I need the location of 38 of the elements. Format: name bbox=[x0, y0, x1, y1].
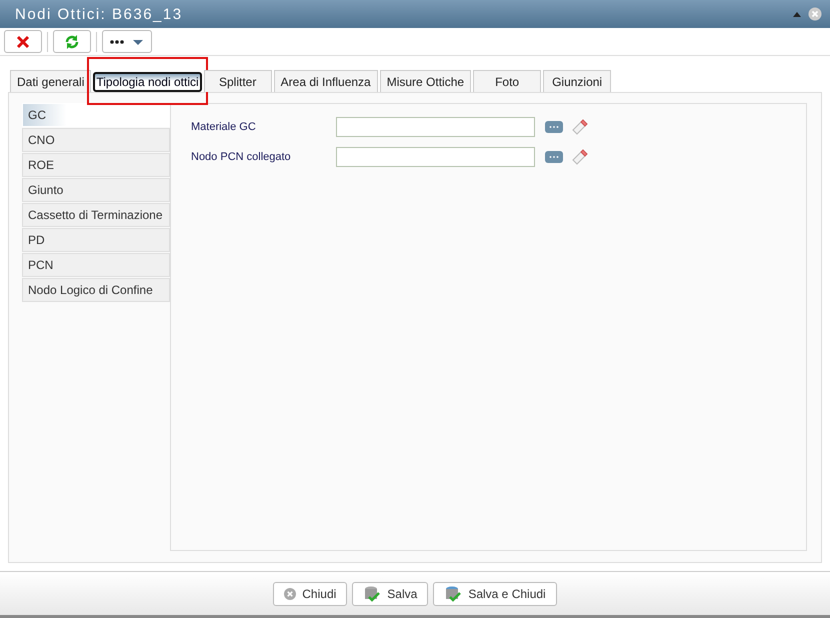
cross-icon bbox=[16, 34, 30, 48]
eraser-icon[interactable] bbox=[571, 118, 589, 136]
lookup-button[interactable] bbox=[545, 151, 563, 163]
input-field[interactable] bbox=[336, 117, 535, 137]
ellipsis-icon bbox=[549, 155, 559, 159]
type-list-item[interactable]: Cassetto di Terminazione bbox=[22, 203, 170, 227]
database-check-icon bbox=[363, 584, 382, 602]
tab[interactable]: Giunzioni bbox=[543, 70, 612, 92]
type-list-item[interactable]: Giunto bbox=[22, 178, 170, 202]
tab[interactable]: Misure Ottiche bbox=[380, 70, 472, 92]
type-list-item[interactable]: GC bbox=[22, 103, 170, 127]
lookup-button[interactable] bbox=[545, 121, 563, 133]
tab[interactable]: Area di Influenza bbox=[274, 70, 378, 92]
tab[interactable]: Foto bbox=[473, 70, 542, 92]
type-list-item[interactable]: CNO bbox=[22, 128, 170, 152]
more-button[interactable] bbox=[102, 30, 152, 53]
input-field[interactable] bbox=[336, 147, 535, 167]
type-list-item[interactable]: Nodo Logico di Confine bbox=[22, 278, 170, 302]
close-icon bbox=[284, 588, 296, 600]
database-check-icon bbox=[444, 584, 462, 602]
ellipsis-icon bbox=[549, 125, 559, 129]
refresh-button[interactable] bbox=[53, 30, 91, 53]
tab[interactable]: Splitter bbox=[204, 70, 272, 92]
footer-button[interactable]: Salva e Chiudi bbox=[433, 582, 557, 606]
type-list-item[interactable]: PD bbox=[22, 228, 170, 252]
footer-button[interactable]: Salva bbox=[352, 582, 428, 606]
window-title: Nodi Ottici: B636_13 bbox=[15, 6, 184, 22]
delete-button[interactable] bbox=[4, 30, 42, 53]
field-label: Nodo PCN collegato bbox=[191, 151, 292, 163]
field-label: Materiale GC bbox=[191, 121, 257, 133]
eraser-icon[interactable] bbox=[571, 148, 589, 166]
footer-button[interactable]: Chiudi bbox=[273, 582, 348, 606]
tab[interactable]: Tipologia nodi ottici bbox=[93, 72, 202, 92]
tab[interactable]: Dati generali bbox=[10, 70, 92, 92]
type-list-item[interactable]: PCN bbox=[22, 253, 170, 277]
close-icon[interactable] bbox=[808, 7, 822, 21]
type-list-item[interactable]: ROE bbox=[22, 153, 170, 177]
refresh-icon bbox=[64, 34, 80, 50]
